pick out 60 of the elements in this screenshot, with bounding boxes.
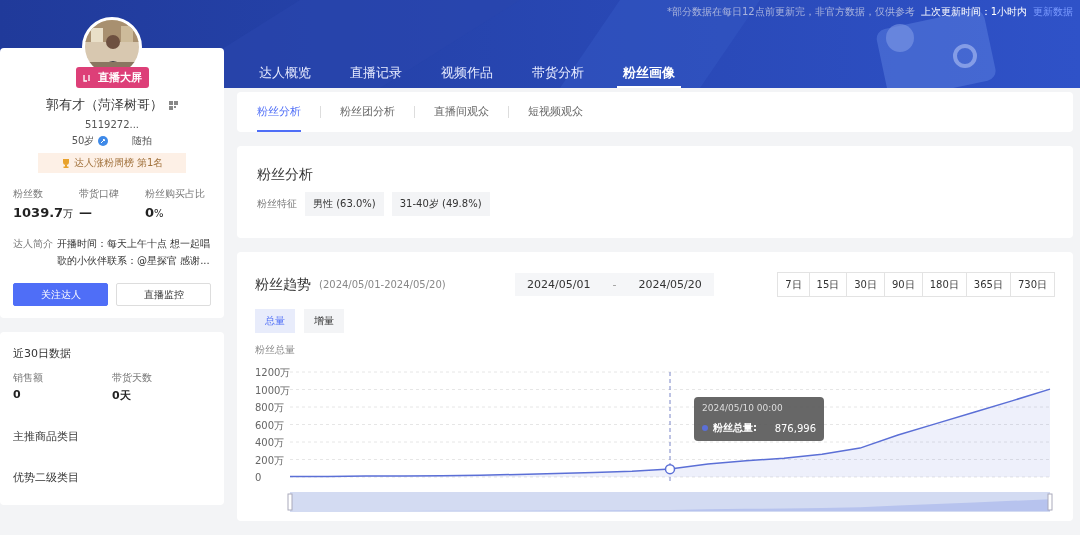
feature-label: 粉丝特征 (257, 197, 297, 211)
axis-tick-label: 1000万 (255, 384, 291, 396)
section-heading: 优势二级类目 (13, 470, 80, 485)
intro-label: 达人简介 (13, 237, 53, 251)
stat-value: 0天 (112, 388, 132, 403)
tooltip-label: 粉丝总量: (713, 421, 757, 436)
nav-tab[interactable]: 直播记录 (344, 63, 408, 88)
stat-label: 带货天数 (112, 371, 153, 385)
sub-tab[interactable]: 直播间观众 (434, 92, 489, 132)
zoom-slider[interactable] (287, 492, 1053, 512)
mode-toggle[interactable]: 总量 (255, 309, 295, 333)
creator-id: 5119272... (84, 119, 140, 130)
stat-value: — (79, 205, 93, 221)
mode-toggle[interactable]: 增量 (304, 309, 344, 333)
follow-button[interactable]: 关注达人 (13, 283, 108, 306)
update-time: 上次更新时间：1小时内 (920, 5, 1027, 19)
feature-tag: 男性 (63.0%) (305, 192, 384, 216)
rank-badge: 达人涨粉周榜 第1名 (38, 153, 186, 173)
category-label: 随拍 (132, 134, 153, 148)
stat-value: 0% (145, 205, 165, 221)
age-label: 50岁 (71, 134, 95, 148)
date-range-picker[interactable]: 2024/05/01 - 2024/05/20 (515, 273, 714, 296)
feature-tag: 31-40岁 (49.8%) (391, 192, 490, 216)
panel-title: 粉丝分析 (257, 166, 313, 182)
nav-tab[interactable]: 粉丝画像 (617, 63, 681, 88)
qr-code-icon[interactable] (169, 100, 178, 110)
hover-point (664, 463, 676, 475)
stat-label: 粉丝购买占比 (145, 187, 206, 201)
sub-tab[interactable]: 粉丝团分析 (340, 92, 395, 132)
live-screen-badge[interactable]: 直播大屏 (75, 67, 149, 88)
tooltip-value: 876,996 (774, 422, 816, 434)
nav-tab[interactable]: 达人概览 (253, 63, 317, 88)
stat-value: 0 (13, 388, 22, 403)
male-icon (98, 136, 109, 146)
section-title: 近30日数据 (13, 346, 72, 361)
nav-tab[interactable]: 带货分析 (526, 63, 590, 88)
creator-name: 郭有才（菏泽树哥） (46, 96, 163, 114)
stat-value: 1039.7万 (13, 205, 75, 221)
date-range-note: (2024/05/01-2024/05/20) (319, 279, 447, 290)
axis-label: 粉丝总量 (255, 343, 296, 357)
sub-tab[interactable]: 粉丝分析 (257, 92, 301, 132)
intro-text: 开播时间：每天上午十点 想一起唱歌的小伙伴联系：@星探官 感谢... (57, 237, 211, 268)
panel-title: 粉丝趋势 (255, 275, 311, 294)
stat-label: 销售额 (13, 371, 44, 385)
trophy-icon (60, 158, 71, 168)
section-heading: 主推商品类目 (13, 429, 80, 444)
axis-tick-label: 200万 (255, 454, 285, 466)
monitor-button[interactable]: 直播监控 (116, 283, 211, 306)
stat-label: 粉丝数 (13, 187, 44, 201)
notice-text: *部分数据在每日12点前更新完，非官方数据，仅供参考 (666, 5, 915, 19)
axis-tick-label: 800万 (255, 402, 285, 413)
nav-tab[interactable]: 视频作品 (435, 63, 499, 88)
tooltip-time: 2024/05/10 00:00 (702, 403, 784, 414)
sub-tab[interactable]: 短视频观众 (528, 92, 583, 132)
axis-tick-label: 400万 (255, 437, 285, 448)
live-icon (82, 73, 93, 82)
stat-label: 带货口碑 (79, 187, 120, 201)
axis-tick-label: 1200万 (255, 367, 291, 378)
axis-tick-label: 0 (255, 472, 262, 483)
axis-tick-label: 600万 (255, 419, 285, 431)
